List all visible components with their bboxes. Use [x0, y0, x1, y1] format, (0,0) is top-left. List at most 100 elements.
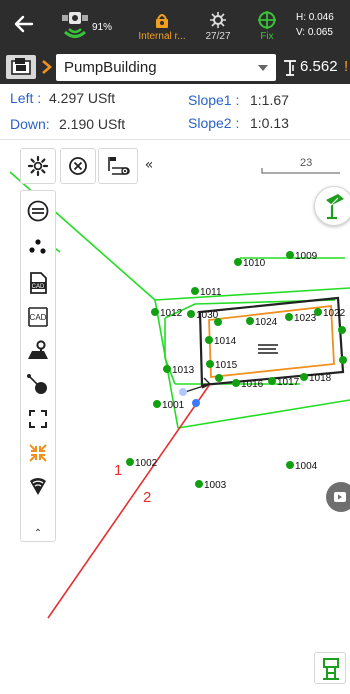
fullscreen-icon [29, 410, 47, 428]
point-1002[interactable] [126, 458, 134, 466]
target-height-value: 6.562 [300, 58, 338, 75]
v-precision: V: 0.065 [296, 27, 333, 38]
bottom-compass-arc[interactable] [110, 680, 260, 694]
signal-button[interactable] [21, 471, 55, 503]
stake-button[interactable] [314, 652, 346, 684]
cad-import-button[interactable]: CAD [21, 267, 55, 299]
slope1-label: Slope1 : [188, 92, 240, 108]
point-1018[interactable] [300, 373, 308, 381]
point-select-value: PumpBuilding [64, 59, 157, 76]
point-label-1010: 1010 [243, 258, 266, 269]
shrink-icon [29, 444, 47, 462]
point-label-1018: 1018 [309, 373, 332, 384]
fix-label: Fix [260, 31, 274, 42]
point-label-1013: 1013 [172, 365, 195, 376]
current-position-icon [192, 399, 200, 407]
point-label-1002: 1002 [135, 458, 158, 469]
cad-icon: CAD [30, 272, 47, 294]
point-1013[interactable] [163, 365, 171, 373]
close-button[interactable] [60, 148, 96, 184]
point-1004[interactable] [286, 461, 294, 469]
height-icon [284, 60, 296, 76]
fix-status[interactable]: Fix [250, 8, 284, 46]
signal-icon [30, 477, 46, 495]
point-label-1017: 1017 [277, 377, 300, 388]
point-1010[interactable] [234, 258, 242, 266]
settings-button[interactable] [20, 148, 56, 184]
close-circle-icon [69, 157, 87, 175]
point-label-1004: 1004 [295, 461, 318, 472]
point-select[interactable]: PumpBuilding [56, 54, 276, 81]
slope2-label: Slope2 : [188, 115, 240, 131]
point-edge-1[interactable] [338, 326, 346, 334]
shrink-button[interactable] [21, 437, 55, 469]
gps-antenna-button[interactable] [98, 148, 138, 184]
point-1030[interactable] [187, 310, 195, 318]
satellite-icon [62, 12, 88, 38]
play-icon [334, 492, 346, 502]
points-button[interactable] [21, 231, 55, 263]
stakeout-line-icon [27, 374, 47, 394]
point-label-1015: 1015 [215, 360, 238, 371]
point-1014[interactable] [205, 336, 213, 344]
svg-text:CAD: CAD [32, 284, 45, 290]
map-layer-icon [28, 340, 48, 359]
satellite-count-label: 27/27 [205, 31, 231, 42]
satellite-count[interactable]: 27/27 [196, 8, 240, 46]
more-tools-button[interactable]: ⌃ [21, 527, 55, 541]
collapse-toolbar-button[interactable]: « [140, 152, 158, 178]
stakeout-line-button[interactable] [21, 369, 55, 401]
satellite-count-icon [210, 12, 226, 28]
point-label-1014: 1014 [214, 336, 237, 347]
down-label: Down: [10, 116, 50, 132]
point-label-1023: 1023 [294, 313, 317, 324]
point-label-1022: 1022 [323, 308, 346, 319]
back-arrow-icon[interactable] [10, 10, 38, 38]
current-position-halo [179, 388, 187, 396]
cad-frame-button[interactable]: CAD [21, 301, 55, 333]
battery-level: 91% [92, 22, 113, 33]
chevron-right-icon [40, 57, 54, 77]
link-status[interactable]: Internal r... [132, 8, 192, 46]
scale-label: 23 [300, 157, 313, 169]
swap-button[interactable] [21, 195, 55, 227]
point-1027[interactable] [215, 374, 223, 382]
point-1003[interactable] [195, 480, 203, 488]
cad-frame-icon: CAD [28, 307, 48, 327]
h-precision: H: 0.046 [296, 12, 334, 23]
target-height[interactable]: 6.562 ! [282, 57, 350, 79]
point-1009[interactable] [286, 251, 294, 259]
layers-button[interactable] [6, 55, 36, 79]
point-label-1030: 1030 [196, 310, 219, 321]
point-1017[interactable] [268, 377, 276, 385]
locate-button[interactable] [314, 186, 350, 226]
point-1011[interactable] [191, 287, 199, 295]
svg-text:CAD: CAD [30, 313, 47, 322]
target-height-flag: ! [344, 58, 349, 75]
play-button[interactable] [326, 482, 350, 512]
map-layer-button[interactable] [21, 335, 55, 367]
point-1001[interactable] [153, 400, 161, 408]
point-1015[interactable] [206, 360, 214, 368]
layers-icon [11, 58, 31, 75]
point-1023[interactable] [285, 313, 293, 321]
left-value: 4.297 USft [49, 90, 116, 106]
point-edge-2[interactable] [339, 356, 347, 364]
chevron-down-icon [258, 65, 268, 71]
stake-target-icon [326, 194, 344, 220]
satellite-status[interactable]: 91% [58, 8, 118, 42]
left-label: Left : [10, 90, 42, 106]
stakeout-line [47, 383, 211, 619]
link-icon [156, 14, 168, 28]
building-label [258, 344, 278, 354]
slope2-value: 1:0.13 [250, 115, 289, 131]
offset-info-panel: Left : 4.297 USft Down: 2.190 USft Slope… [0, 84, 350, 140]
point-1024[interactable] [246, 317, 254, 325]
fix-crosshair-icon [258, 11, 276, 29]
fullscreen-button[interactable] [21, 403, 55, 435]
point-1016[interactable] [232, 379, 240, 387]
point-1012[interactable] [151, 308, 159, 316]
link-label: Internal r... [138, 31, 186, 42]
point-label-1016: 1016 [241, 379, 264, 390]
point-label-1024: 1024 [255, 317, 278, 328]
